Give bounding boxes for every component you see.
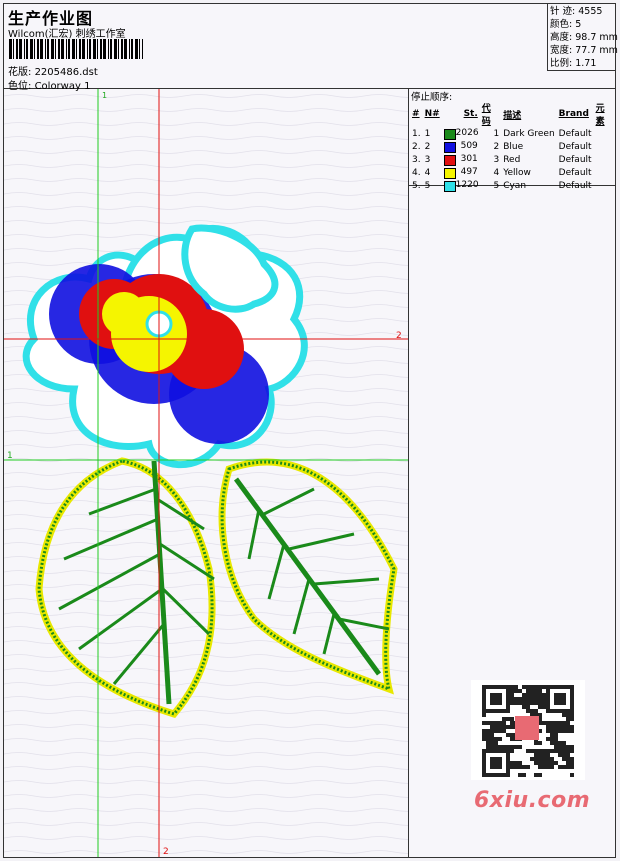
row-index: 5.	[412, 180, 421, 191]
col-brand: Brand	[558, 109, 589, 119]
row-stitches: 2026	[455, 127, 479, 138]
row-stitches: 1220	[455, 179, 479, 190]
row-n: 1	[424, 128, 431, 139]
stop-sequence-table: # N# St. 代码 描述 Brand 元素 1. 1 2026 1 Dark Gr…	[410, 101, 615, 192]
row-code: 5	[493, 180, 500, 191]
row-brand: Default	[558, 141, 592, 152]
row-n: 4	[424, 167, 431, 178]
row-n: 3	[424, 154, 431, 165]
row-stitches: 509	[460, 140, 478, 151]
guide-h2-label: 2	[396, 331, 402, 341]
row-desc: Blue	[503, 141, 524, 152]
col-desc: 描述	[503, 110, 522, 121]
row-desc: Cyan	[503, 180, 527, 191]
header: 生产作业图 Wilcom(汇宏) 刺绣工作室 花版: 2205486.dst 色…	[3, 3, 618, 92]
row-brand: Default	[558, 154, 592, 165]
row-n: 5	[424, 180, 431, 191]
row-element	[594, 127, 615, 140]
row-brand: Default	[558, 167, 592, 178]
studio-name: Wilcom(汇宏) 刺绣工作室	[8, 29, 126, 40]
col-n: N#	[424, 109, 440, 119]
row-element	[594, 179, 615, 192]
row-desc: Dark Green	[503, 128, 555, 139]
row-st-cell: 1220	[442, 179, 480, 192]
color-count: 颜色: 5	[550, 19, 582, 30]
row-index: 3.	[412, 154, 421, 165]
table-header-row: # N# St. 代码 描述 Brand 元素	[410, 101, 615, 127]
design-canvas: 1 2 1 2	[4, 89, 409, 857]
row-n: 2	[424, 141, 431, 152]
watermark-site: 6xiu.com	[474, 788, 591, 813]
color-swatch	[443, 180, 456, 192]
embroidery-preview: 1 2 1 2	[4, 89, 408, 857]
row-element	[594, 166, 615, 179]
table-row: 4. 4 497 4 Yellow Default	[410, 166, 615, 179]
row-desc: Red	[503, 154, 521, 165]
row-st-cell: 509	[442, 140, 480, 153]
guide-v2-label: 2	[163, 847, 169, 857]
guide-h1-label: 1	[7, 451, 13, 461]
row-code: 4	[493, 167, 500, 178]
row-stitches: 497	[460, 166, 478, 177]
table-row: 2. 2 509 2 Blue Default	[410, 140, 615, 153]
table-row: 3. 3 301 3 Red Default	[410, 153, 615, 166]
color-swatch	[443, 128, 456, 140]
color-swatch	[443, 154, 456, 166]
color-swatch	[443, 167, 456, 179]
row-code: 1	[493, 128, 500, 139]
table-row: 1. 1 2026 1 Dark Green Default	[410, 127, 615, 140]
row-index: 1.	[412, 128, 421, 139]
col-st: St.	[463, 109, 478, 119]
guide-v1-label: 1	[102, 91, 107, 100]
table-row: 5. 5 1220 5 Cyan Default	[410, 179, 615, 192]
color-swatch	[443, 141, 456, 153]
row-index: 4.	[412, 167, 421, 178]
stats-box: 针 迹: 4555 颜色: 5 高度: 98.7 mm 宽度: 77.7 mm …	[547, 3, 618, 71]
col-code: 代码	[481, 104, 491, 127]
col-element: 元素	[595, 104, 605, 127]
design-ratio: 比例: 1.71	[550, 58, 597, 69]
row-st-cell: 2026	[442, 127, 480, 140]
row-stitches: 301	[460, 153, 478, 164]
row-element	[594, 140, 615, 153]
barcode-icon	[9, 39, 143, 59]
row-st-cell: 497	[442, 166, 480, 179]
design-line: 花版: 2205486.dst	[8, 63, 98, 78]
row-brand: Default	[558, 180, 592, 191]
stop-sequence-panel: 停止顺序: # N# St. 代码 描述 Brand 元素 1. 1 2026 1 D…	[409, 89, 615, 192]
row-index: 2.	[412, 141, 421, 152]
col-hash: #	[412, 109, 420, 119]
row-code: 3	[493, 154, 500, 165]
row-brand: Default	[558, 128, 592, 139]
row-element	[594, 153, 615, 166]
design-height: 高度: 98.7 mm	[550, 32, 618, 43]
design-width: 宽度: 77.7 mm	[550, 45, 618, 56]
row-code: 2	[493, 141, 500, 152]
stitch-count: 针 迹: 4555	[550, 6, 603, 17]
row-desc: Yellow	[503, 167, 531, 178]
qr-code-icon	[471, 680, 585, 780]
row-st-cell: 301	[442, 153, 480, 166]
